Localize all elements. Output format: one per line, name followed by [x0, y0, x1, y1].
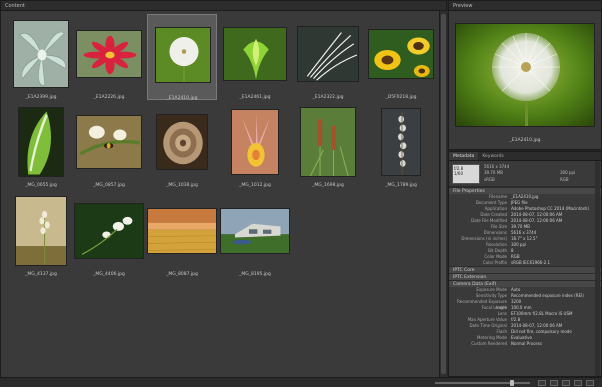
summary-value [522, 177, 560, 183]
thumbnail-cell[interactable]: _E1A2461.jpg [220, 14, 290, 100]
content-panel-tab[interactable]: Content [1, 1, 446, 11]
thumbnail-filename: _D5F0218.jpg [385, 95, 417, 100]
thumbnail-cell[interactable]: _MG_4137.jpg [6, 191, 76, 277]
thumbnail-grid: _E1A2399.jpg _E1A2226.jpg _E1A2410.jpg _E1A… [1, 11, 439, 378]
thumbnail-image-rose[interactable] [156, 114, 208, 170]
thumbnail-cell[interactable]: _MG_8195.jpg [220, 191, 290, 277]
thumbnail-filename: _MG_8087.jpg [166, 272, 198, 277]
list-view-button[interactable] [586, 380, 594, 386]
thumbnail-size-slider[interactable] [435, 382, 530, 384]
thumbnail-image-dandelion[interactable] [155, 27, 211, 83]
thumbnail-image-white-grass[interactable] [297, 26, 359, 82]
thumbnail-cell[interactable]: _MG_1012.jpg [220, 102, 290, 188]
shutter-value: 1/60 [454, 171, 463, 176]
thumbnail-image-cattails[interactable] [300, 107, 356, 177]
thumbnail-filename: _MG_1038.jpg [166, 183, 198, 188]
metadata-row: Custom Rendered Normal Process [449, 341, 601, 347]
thumbnail-filename: _E1A2410.jpg [166, 96, 198, 101]
thumbnail-filename: _E1A2226.jpg [93, 95, 125, 100]
thumbnail-filename: _E1A2322.jpg [312, 95, 344, 100]
thumbnail-view-button[interactable] [562, 380, 570, 386]
thumbnail-image-wheat-field[interactable] [147, 208, 217, 254]
thumbnail-cell[interactable]: _MG_4406.jpg [74, 191, 144, 277]
metadata-value: sRGB IEC61966-2.1 [511, 260, 551, 265]
thumbnail-image-succulent[interactable] [13, 20, 69, 88]
metadata-tabbar: Metadata Keywords [449, 152, 601, 161]
metadata-section-header[interactable]: IPTC Extension [449, 273, 601, 280]
preview-image[interactable] [455, 23, 595, 127]
thumbnail-image-pink-flower[interactable] [231, 109, 279, 175]
thumbnail-image-house[interactable] [220, 208, 290, 254]
thumbnail-image-seedstalk[interactable] [381, 108, 421, 176]
thumbnail-cell[interactable]: _MG_0857.jpg [74, 102, 144, 188]
thumbnail-cell[interactable]: _MG_0655.jpg [6, 102, 76, 188]
details-view-button[interactable] [574, 380, 582, 386]
thumbnail-image-red-flower[interactable] [76, 30, 142, 78]
metadata-section-header[interactable]: Camera Data (Exif) [449, 280, 601, 287]
metadata-panel: Metadata Keywords f/2.8 1/60 5616 x 3744… [448, 151, 602, 377]
thumbnail-image-leaf[interactable] [18, 107, 64, 177]
thumbnail-filename: _E1A2461.jpg [239, 95, 271, 100]
thumbnail-filename: _MG_4137.jpg [25, 272, 57, 277]
metadata-section-header[interactable]: File Properties [449, 187, 601, 194]
thumbnail-cell[interactable]: _E1A2399.jpg [6, 14, 76, 100]
lock-grid-button[interactable] [550, 380, 558, 386]
preview-panel-tab[interactable]: Preview [449, 1, 601, 11]
thumbnail-filename: _MG_0857.jpg [93, 183, 125, 188]
preview-filename: _E1A2410.jpg [509, 138, 541, 143]
metadata-summary: f/2.8 1/60 5616 x 3744 39.70 MB 300 ppi sRG… [449, 161, 601, 187]
preview-panel: Preview _E1A2410.jpg [448, 0, 602, 150]
summary-value: RGB [560, 176, 569, 182]
summary-grid: 5616 x 3744 39.70 MB 300 ppi sRGB RGB [484, 164, 598, 183]
thumbnail-filename: _E1A2399.jpg [25, 95, 57, 100]
thumbnail-size-slider-knob[interactable] [510, 380, 514, 386]
thumbnail-image-wildflower[interactable] [15, 196, 67, 266]
content-panel: Content _E1A2399.jpg _E1A2226.jpg _E1A2410… [0, 0, 447, 378]
thumbnail-image-white-flowers[interactable] [74, 203, 144, 259]
bottom-toolbar [0, 377, 602, 387]
content-scrollbar[interactable] [439, 11, 447, 378]
thumbnail-cell[interactable]: _MG_1698.jpg [293, 102, 363, 188]
thumbnail-cell[interactable]: _MG_1038.jpg [147, 102, 217, 188]
thumbnail-filename: _MG_1789.jpg [385, 183, 417, 188]
metadata-sections: File Properties Filename _E1A2410.jpg Docum… [449, 187, 601, 347]
thumbnail-filename: _MG_1698.jpg [312, 183, 344, 188]
metadata-key: Custom Rendered [471, 341, 507, 346]
grid-view-button[interactable] [538, 380, 546, 386]
camera-data-box: f/2.8 1/60 [452, 164, 480, 184]
content-scrollbar-thumb[interactable] [441, 14, 446, 374]
thumbnail-cell[interactable]: _MG_1789.jpg [366, 102, 436, 188]
thumbnail-filename: _MG_4406.jpg [93, 272, 125, 277]
metadata-scrollbar[interactable] [595, 161, 600, 376]
thumbnail-filename: _MG_8195.jpg [239, 272, 271, 277]
metadata-section-header[interactable]: IPTC Core [449, 266, 601, 273]
tab-metadata[interactable]: Metadata [449, 152, 479, 160]
thumbnail-image-bud[interactable] [223, 27, 287, 81]
thumbnail-filename: _MG_1012.jpg [239, 183, 271, 188]
thumbnail-cell[interactable]: _E1A2226.jpg [74, 14, 144, 100]
thumbnail-cell[interactable]: _E1A2322.jpg [293, 14, 363, 100]
preview-area: _E1A2410.jpg [449, 11, 601, 149]
summary-value: sRGB [484, 176, 495, 182]
thumbnail-image-sunflowers[interactable] [368, 29, 434, 79]
thumbnail-cell[interactable]: _E1A2410.jpg [147, 14, 217, 101]
thumbnail-cell[interactable]: _D5F0218.jpg [366, 14, 436, 100]
thumbnail-filename: _MG_0655.jpg [25, 183, 57, 188]
metadata-value: Normal Process [511, 341, 542, 346]
metadata-key: Color Profile [482, 260, 507, 265]
tab-keywords[interactable]: Keywords [478, 152, 508, 160]
metadata-row: Color Profile sRGB IEC61966-2.1 [449, 260, 601, 266]
thumbnail-image-bee[interactable] [76, 115, 142, 169]
thumbnail-cell[interactable]: _MG_8087.jpg [147, 191, 217, 277]
